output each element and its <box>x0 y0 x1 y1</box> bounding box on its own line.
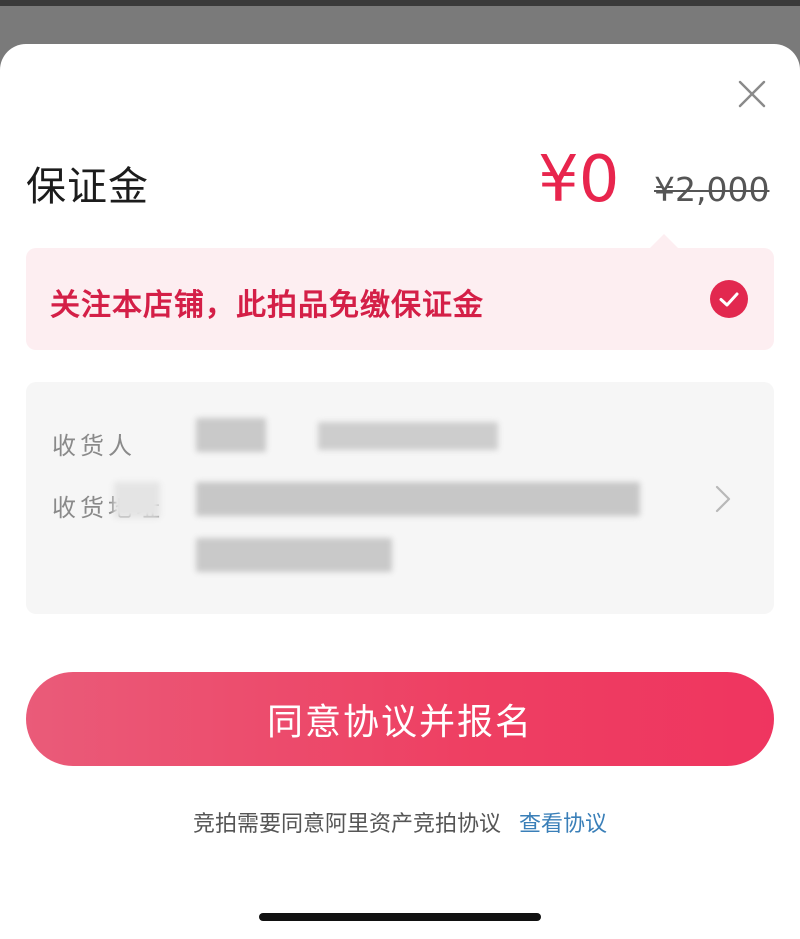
address-line2-redacted <box>196 538 392 572</box>
shipping-address-card[interactable]: 收货人 收货地址 <box>26 382 774 614</box>
promo-text: 关注本店铺，此拍品免缴保证金 <box>50 288 484 323</box>
status-bar-edge <box>0 0 800 6</box>
agree-and-register-button[interactable]: 同意协议并报名 <box>26 672 774 766</box>
chevron-right-icon <box>712 484 734 514</box>
check-circle-icon[interactable] <box>710 280 748 318</box>
address-line-redacted <box>196 482 640 516</box>
deposit-price: ¥0 <box>538 143 620 217</box>
recipient-name-redacted <box>196 418 266 452</box>
follow-store-promo[interactable]: 关注本店铺，此拍品免缴保证金 <box>26 248 774 350</box>
close-button[interactable] <box>734 76 770 112</box>
page-title: 保证金 <box>26 164 149 210</box>
agreement-notice-text: 竞拍需要同意阿里资产竞拍协议 <box>192 812 501 837</box>
home-indicator <box>259 913 541 921</box>
close-icon <box>738 80 766 108</box>
recipient-phone-redacted <box>318 422 498 450</box>
label-redaction <box>114 482 160 518</box>
promo-pointer <box>650 234 678 248</box>
original-deposit-price: ¥2,000 <box>654 170 770 209</box>
view-agreement-link[interactable]: 查看协议 <box>519 812 607 837</box>
agreement-notice: 竞拍需要同意阿里资产竞拍协议 查看协议 <box>0 806 800 838</box>
recipient-label: 收货人 <box>52 432 136 460</box>
